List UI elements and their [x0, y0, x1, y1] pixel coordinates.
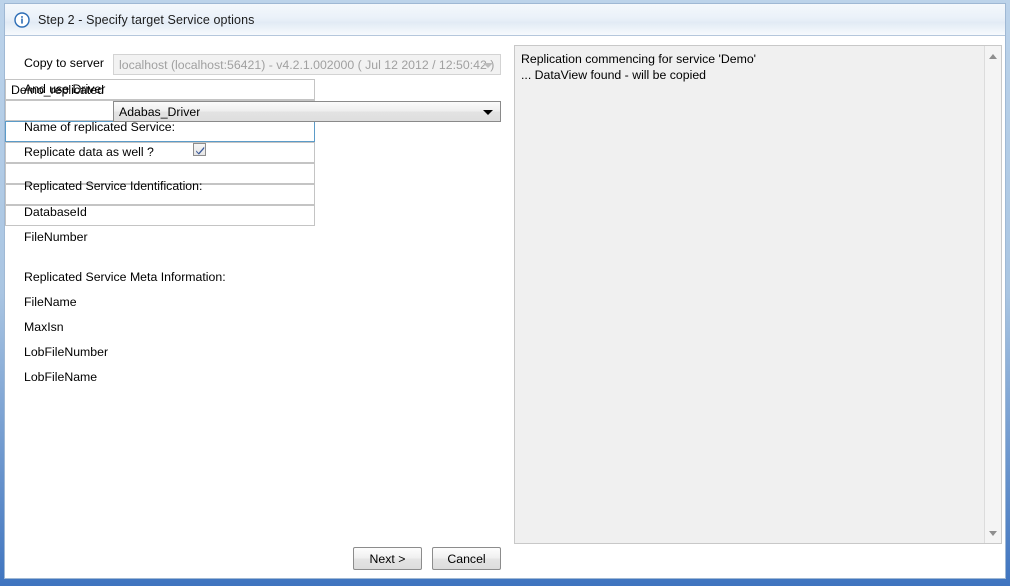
- log-panel: Replication commencing for service 'Demo…: [514, 45, 1002, 544]
- driver-value: Adabas_Driver: [119, 104, 201, 119]
- filename-label-row: FileName: [24, 295, 77, 309]
- form-pane: Copy to server localhost (localhost:5642…: [5, 37, 509, 578]
- databaseid-label-row: DatabaseId: [24, 205, 87, 219]
- lobfilenumber-label-row: LobFileNumber: [24, 345, 108, 359]
- driver-label-row: And use Driver: [24, 82, 105, 96]
- scroll-down-arrow-icon[interactable]: [985, 525, 1001, 541]
- identification-heading-row: Replicated Service Identification:: [24, 179, 202, 193]
- replicate-data-checkbox[interactable]: [193, 143, 206, 156]
- window-inner: Step 2 - Specify target Service options …: [4, 3, 1006, 579]
- chevron-down-icon: [483, 62, 493, 68]
- next-button[interactable]: Next >: [353, 547, 422, 570]
- copy-to-server-label: Copy to server: [24, 56, 104, 70]
- scroll-up-arrow-icon[interactable]: [985, 48, 1001, 64]
- filename-label: FileName: [24, 295, 77, 309]
- chevron-down-icon: [483, 109, 493, 115]
- lobfilename-label-row: LobFileName: [24, 370, 97, 384]
- meta-heading: Replicated Service Meta Information:: [24, 270, 226, 284]
- copy-to-server-combo[interactable]: localhost (localhost:56421) - v4.2.1.002…: [113, 54, 501, 75]
- lobfilenumber-label: LobFileNumber: [24, 345, 109, 359]
- identification-heading: Replicated Service Identification:: [24, 179, 203, 193]
- service-name-label-row: Name of replicated Service:: [24, 120, 175, 134]
- checkmark-icon: [196, 146, 205, 155]
- copy-to-server-value: localhost (localhost:56421) - v4.2.1.002…: [119, 57, 495, 72]
- copy-to-server-label-row: Copy to server: [24, 56, 104, 70]
- databaseid-label: DatabaseId: [24, 205, 87, 219]
- replicate-data-label: Replicate data as well ?: [24, 145, 154, 159]
- triangle-up-glyph: [989, 53, 997, 59]
- driver-label: And use Driver: [24, 82, 106, 96]
- filenumber-label: FileNumber: [24, 230, 88, 244]
- meta-heading-row: Replicated Service Meta Information:: [24, 270, 226, 284]
- replicate-data-label-row: Replicate data as well ?: [24, 145, 154, 159]
- service-name-label: Name of replicated Service:: [24, 120, 176, 134]
- log-scrollbar[interactable]: [984, 46, 1001, 543]
- driver-combo[interactable]: Adabas_Driver: [113, 101, 501, 122]
- dialog-titlebar: Step 2 - Specify target Service options: [5, 4, 1005, 36]
- cancel-button[interactable]: Cancel: [432, 547, 501, 570]
- log-text: Replication commencing for service 'Demo…: [521, 52, 757, 82]
- maxisn-label: MaxIsn: [24, 320, 64, 334]
- filenumber-label-row: FileNumber: [24, 230, 88, 244]
- lobfilename-label: LobFileName: [24, 370, 98, 384]
- window-frame: Step 2 - Specify target Service options …: [0, 0, 1010, 586]
- triangle-down-glyph: [989, 530, 997, 536]
- dialog-title: Step 2 - Specify target Service options: [38, 12, 255, 27]
- maxisn-label-row: MaxIsn: [24, 320, 64, 334]
- info-circle-icon: [14, 11, 30, 28]
